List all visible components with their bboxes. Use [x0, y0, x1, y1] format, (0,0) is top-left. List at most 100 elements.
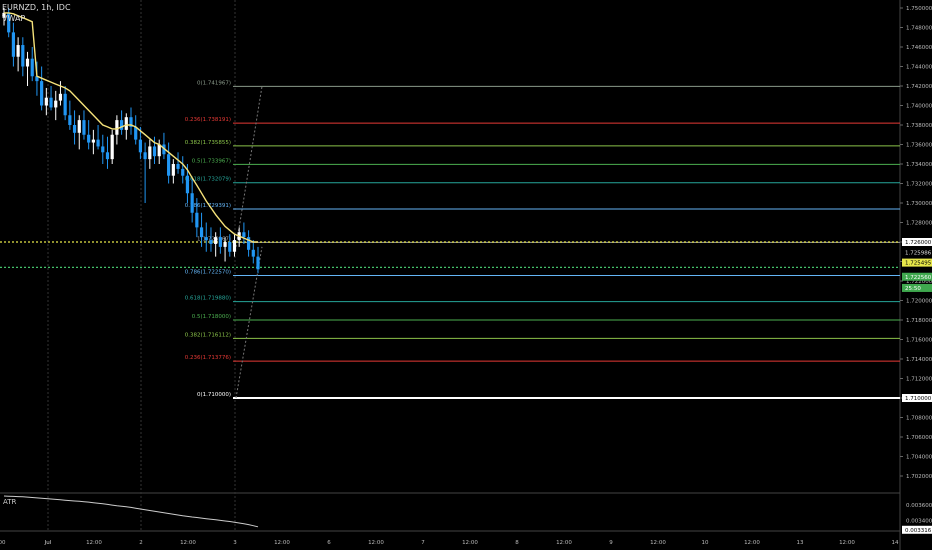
time-tick-label: Jul [44, 540, 52, 546]
price-tick-label: 1.706000 [906, 435, 932, 441]
price-label-text: 1.725986 [905, 250, 932, 256]
price-tick-label: 1.744000 [906, 65, 932, 71]
time-tick-label: 12:00 [556, 540, 572, 546]
price-tick-label: 1.736000 [906, 143, 932, 149]
candle-body [152, 146, 157, 157]
time-tick-label: 3 [233, 540, 237, 546]
time-tick-label: 14 [892, 540, 899, 546]
candle-body [124, 117, 128, 130]
candle-body [195, 212, 199, 228]
candle-body [148, 146, 152, 160]
candle-body [96, 139, 100, 147]
candle-body [44, 97, 48, 106]
atr-label: ATR [3, 498, 17, 506]
price-tick-label: 1.728000 [906, 221, 932, 227]
candle-body [171, 164, 175, 176]
candle-body [58, 93, 63, 101]
candle-body [214, 237, 218, 244]
candle-body [63, 93, 67, 116]
candle-body [251, 249, 255, 257]
candle-body [143, 152, 147, 160]
candle-body [101, 146, 105, 153]
price-label-text: 1.726000 [905, 240, 932, 246]
time-tick-label: 2 [139, 540, 143, 546]
price-tick-label: 1.732000 [906, 182, 932, 188]
price-tick-label: 1.720000 [906, 299, 932, 305]
candle-body [72, 125, 77, 133]
price-tick-label: 1.746000 [906, 45, 932, 51]
fib-level-label: 0(1.710000) [197, 392, 231, 398]
candle-body [190, 193, 194, 213]
time-tick-label: 7 [421, 540, 425, 546]
candle-body [199, 227, 204, 238]
candle-body [134, 126, 138, 140]
fib-level-label: 0(1.741967) [197, 80, 231, 86]
candle-body [110, 134, 114, 160]
price-tick-label: 1.734000 [906, 162, 932, 168]
time-tick-label: 12:00 [274, 540, 290, 546]
time-tick-label: 00 [0, 540, 6, 546]
fib-level-label: 0.5(1.718000) [192, 314, 231, 320]
time-tick-label: 10 [702, 540, 709, 546]
fib-level-label: 0.236(1.738191) [185, 117, 231, 123]
fib-level-label: 0.382(1.716112) [185, 332, 231, 338]
time-tick-label: 12:00 [650, 540, 666, 546]
fib-level-label: 0.382(1.735855) [185, 140, 231, 146]
candle-body [40, 81, 44, 106]
candle-body [30, 58, 34, 77]
price-tick-label: 1.748000 [906, 26, 932, 32]
indicator-label: VWAP [2, 14, 26, 23]
candle-body [209, 240, 213, 244]
candle-body [25, 58, 30, 67]
price-tick-label: 1.750000 [906, 6, 932, 12]
time-tick-label: 12:00 [839, 540, 855, 546]
candle-body [91, 139, 95, 143]
candle-body [256, 256, 260, 270]
candle-body [87, 134, 91, 143]
time-tick-label: 13 [797, 540, 804, 546]
candle-body [242, 232, 246, 238]
candle-body [204, 237, 208, 241]
price-tick-label: 1.716000 [906, 338, 932, 344]
candle-body [223, 242, 227, 247]
candle-body [21, 45, 25, 67]
price-tick-label: 1.742000 [906, 84, 932, 90]
price-tick-label: 1.718000 [906, 318, 932, 324]
candle-body [115, 120, 119, 135]
price-tick-label: 1.708000 [906, 416, 932, 422]
price-tick-label: 1.714000 [906, 357, 932, 363]
candle-body [82, 120, 86, 135]
candle-body [68, 115, 72, 125]
time-tick-label: 9 [609, 540, 613, 546]
candle-body [77, 120, 81, 133]
fib-level-label: 0.786(1.722570) [185, 269, 231, 275]
atr-current-label: 0.003316 [905, 528, 932, 534]
time-tick-label: 12:00 [744, 540, 760, 546]
price-label-text: 25:50 [905, 286, 921, 292]
candle-body [218, 237, 222, 247]
atr-tick-label: 0.003600 [906, 503, 932, 509]
time-tick-label: 8 [515, 540, 519, 546]
price-label-text: 1.710000 [905, 396, 932, 402]
price-tick-label: 1.712000 [906, 377, 932, 383]
candle-body [49, 97, 53, 108]
price-tick-label: 1.738000 [906, 123, 932, 129]
atr-tick-label: 0.003400 [906, 518, 932, 524]
price-tick-label: 1.702000 [906, 474, 932, 480]
candle-body [11, 32, 16, 57]
candle-body [181, 168, 185, 176]
symbol-title: EURNZD, 1h, IDC [2, 3, 71, 12]
time-tick-label: 6 [327, 540, 331, 546]
candle-body [138, 139, 143, 153]
fib-level-label: 0.5(1.733967) [192, 158, 231, 164]
candle-body [228, 242, 232, 252]
candle-body [232, 240, 237, 252]
candle-body [54, 100, 58, 108]
time-tick-label: 12:00 [86, 540, 102, 546]
time-tick-label: 12:00 [368, 540, 384, 546]
candle-body [176, 164, 180, 169]
fib-level-label: 0.618(1.719880) [185, 296, 231, 302]
candle-body [185, 175, 190, 194]
chart-canvas[interactable]: 0(1.741967) 0.236(1.738191) 0.382(1.735855… [0, 0, 932, 550]
candle-body [105, 152, 110, 160]
